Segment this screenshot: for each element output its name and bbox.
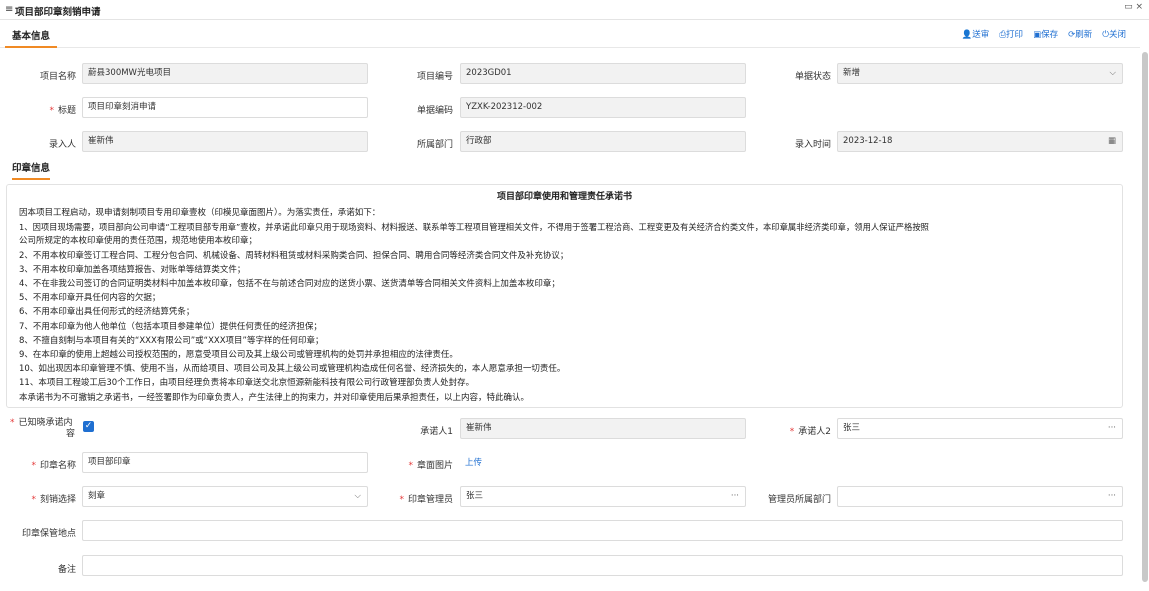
window-title: 项目部印章刻销申请 xyxy=(15,7,101,18)
entry-time-label: 录入时间 xyxy=(794,140,831,150)
admin-dept-picker[interactable]: ··· xyxy=(837,486,1123,507)
seal-image-label: * 章面图片 xyxy=(408,461,453,471)
pledge-line: 2、不用本枚印章签订工程合同、工程分包合同、机械设备、周转材料租赁或材料采购类合… xyxy=(19,250,569,261)
promiser2-label-text: 承诺人2 xyxy=(798,427,831,437)
seal-name-input[interactable]: 项目部印章 xyxy=(82,452,368,473)
seal-admin-picker[interactable]: 张三 ··· xyxy=(460,486,746,507)
dept-field[interactable]: 行政部 xyxy=(460,131,746,152)
entry-person-field[interactable]: 崔新伟 xyxy=(82,131,368,152)
doc-code-label: 单据编码 xyxy=(416,106,453,116)
carve-label-text: 刻销选择 xyxy=(39,495,76,505)
refresh-button[interactable]: ⟳刷新 xyxy=(1068,28,1092,40)
project-code-field[interactable]: 2023GD01 xyxy=(460,63,746,84)
close-button[interactable]: ⏻关闭 xyxy=(1102,28,1126,40)
title-input[interactable]: 项目印章刻消申请 xyxy=(82,97,368,118)
print-label: 打印 xyxy=(1006,30,1024,40)
more-icon[interactable]: ··· xyxy=(1108,419,1116,438)
pledge-line: 4、不在非我公司签订的合同证明类材料中加盖本枚印章，包括不在与前述合同对应的送货… xyxy=(19,279,560,290)
power-icon: ⏻ xyxy=(1102,30,1109,40)
seal-admin-label-text: 印章管理员 xyxy=(407,495,453,505)
window-buttons[interactable]: ▭ × xyxy=(1124,2,1143,12)
pledge-line: 9、在本印章的使用上超越公司授权范围的，愿意受项目公司及其上级公司或管理机构的处… xyxy=(19,350,458,361)
print-button[interactable]: ⎙打印 xyxy=(999,28,1023,40)
refresh-label: 刷新 xyxy=(1075,30,1093,40)
promiser1-field[interactable]: 崔新伟 xyxy=(460,418,746,439)
pledge-line: 10、如出现因本印章管理不慎、使用不当，从而给项目、项目公司及其上级公司或管理机… xyxy=(19,364,566,375)
title-label-text: 标题 xyxy=(57,106,76,116)
send-button[interactable]: 👤送审 xyxy=(962,28,990,40)
doc-status-select[interactable]: 新增 ⌵ xyxy=(837,63,1123,84)
pledge-line: 因本项目工程启动，现申请刻制项目专用印章壹枚（印模见章面图片）。为落实责任，承诺… xyxy=(19,208,381,218)
pledge-title: 项目部印章使用和管理责任承诺书 xyxy=(496,192,632,202)
user-send-icon: 👤 xyxy=(961,30,973,40)
pledge-box: 项目部印章使用和管理责任承诺书 因本项目工程启动，现申请刻制项目专用印章壹枚（印… xyxy=(6,184,1123,408)
window-titlebar: ≡ 项目部印章刻销申请 ▭ × xyxy=(0,0,1149,20)
promiser2-picker[interactable]: 张三 ··· xyxy=(837,418,1123,439)
more-icon[interactable]: ··· xyxy=(731,487,739,506)
dept-label: 所属部门 xyxy=(416,140,453,150)
menu-icon[interactable]: ≡ xyxy=(5,4,13,15)
chevron-down-icon: ⌵ xyxy=(1109,68,1116,78)
seal-admin-label: * 印章管理员 xyxy=(399,495,453,505)
calendar-icon[interactable]: ▦ xyxy=(1108,132,1116,151)
pledge-line: 6、不用本印章出具任何形式的经济结算凭条； xyxy=(19,307,195,318)
remark-label: 备注 xyxy=(57,565,76,575)
chevron-down-icon: ⌵ xyxy=(354,491,361,501)
admin-dept-label: 管理员所属部门 xyxy=(767,495,831,505)
pledge-line: 1、因项目现场需要，项目部向公司申请“工程项目部专用章”壹枚，并承诺此印章只用于… xyxy=(19,222,929,233)
tab-bar: 基本信息 👤送审 ⎙打印 ▣保存 ⟳刷新 ⏻关闭 xyxy=(0,21,1140,48)
promiser1-label: 承诺人1 xyxy=(420,427,453,437)
entry-time-value: 2023-12-18 xyxy=(843,136,893,146)
doc-code-field[interactable]: YZXK-202312-002 xyxy=(460,97,746,118)
entry-time-field[interactable]: 2023-12-18 ▦ xyxy=(837,131,1123,152)
promiser2-value: 张三 xyxy=(843,423,861,433)
keep-place-input[interactable] xyxy=(82,520,1123,541)
save-icon: ▣ xyxy=(1033,30,1042,40)
carve-label: * 刻销选择 xyxy=(31,495,76,505)
known-checkbox[interactable]: ✓ xyxy=(83,421,94,432)
toolbar: 👤送审 ⎙打印 ▣保存 ⟳刷新 ⏻关闭 xyxy=(962,28,1126,40)
pledge-line: 3、不用本枚印章加盖各项结算报告、对账单等结算类文件； xyxy=(19,264,246,275)
tab-basic-info[interactable]: 基本信息 xyxy=(5,28,58,48)
vertical-scrollbar[interactable] xyxy=(1142,52,1148,582)
pledge-line: 公司所规定的本枚印章使用的责任范围，规范地使用本枚印章； xyxy=(19,236,258,247)
seal-image-label-text: 章面图片 xyxy=(416,461,453,471)
doc-status-value: 新增 xyxy=(843,68,861,78)
known-label: * 已知晓承诺内容 xyxy=(10,418,76,439)
project-name-field[interactable]: 蔚县300MW光电项目 xyxy=(82,63,368,84)
promiser2-label: * 承诺人2 xyxy=(789,427,831,437)
pledge-line: 8、不擅自刻制与本项目有关的“XXX有限公司”或“XXX项目”等字样的任何印章； xyxy=(19,335,324,346)
pledge-line: 5、不用本印章开具任何内容的欠据； xyxy=(19,293,161,304)
save-label: 保存 xyxy=(1041,30,1059,40)
remark-input[interactable] xyxy=(82,555,1123,576)
carve-select[interactable]: 刻章 ⌵ xyxy=(82,486,368,507)
close-label: 关闭 xyxy=(1108,30,1126,40)
pledge-line: 本承诺书为不可撤销之承诺书，一经签署即作为印章负责人，产生法律上的拘束力，并对印… xyxy=(19,392,530,403)
seal-name-label-text: 印章名称 xyxy=(39,461,76,471)
carve-value: 刻章 xyxy=(88,491,106,501)
known-label-line1: 已知晓承诺内 xyxy=(18,418,73,428)
send-label: 送审 xyxy=(972,30,990,40)
pledge-line: 11、本项目工程竣工后30个工作日，由项目经理负责将本印章送交北京恒源新能科技有… xyxy=(19,378,475,389)
title-label: * 标题 xyxy=(49,106,76,116)
pledge-line: 7、不用本印章为他人他单位（包括本项目参建单位）提供任何责任的经济担保； xyxy=(19,321,322,332)
project-code-label: 项目编号 xyxy=(416,72,453,82)
entry-person-label: 录入人 xyxy=(48,140,76,150)
upload-link[interactable]: 上传 xyxy=(465,456,482,468)
known-label-line2: 容 xyxy=(66,429,76,439)
seal-section-title: 印章信息 xyxy=(12,160,51,180)
more-icon[interactable]: ··· xyxy=(1108,487,1116,506)
doc-status-label: 单据状态 xyxy=(794,72,831,82)
project-name-label: 项目名称 xyxy=(39,72,76,82)
save-button[interactable]: ▣保存 xyxy=(1033,28,1058,40)
seal-name-label: * 印章名称 xyxy=(31,461,76,471)
keep-place-label: 印章保管地点 xyxy=(21,529,76,539)
seal-admin-value: 张三 xyxy=(466,491,484,501)
